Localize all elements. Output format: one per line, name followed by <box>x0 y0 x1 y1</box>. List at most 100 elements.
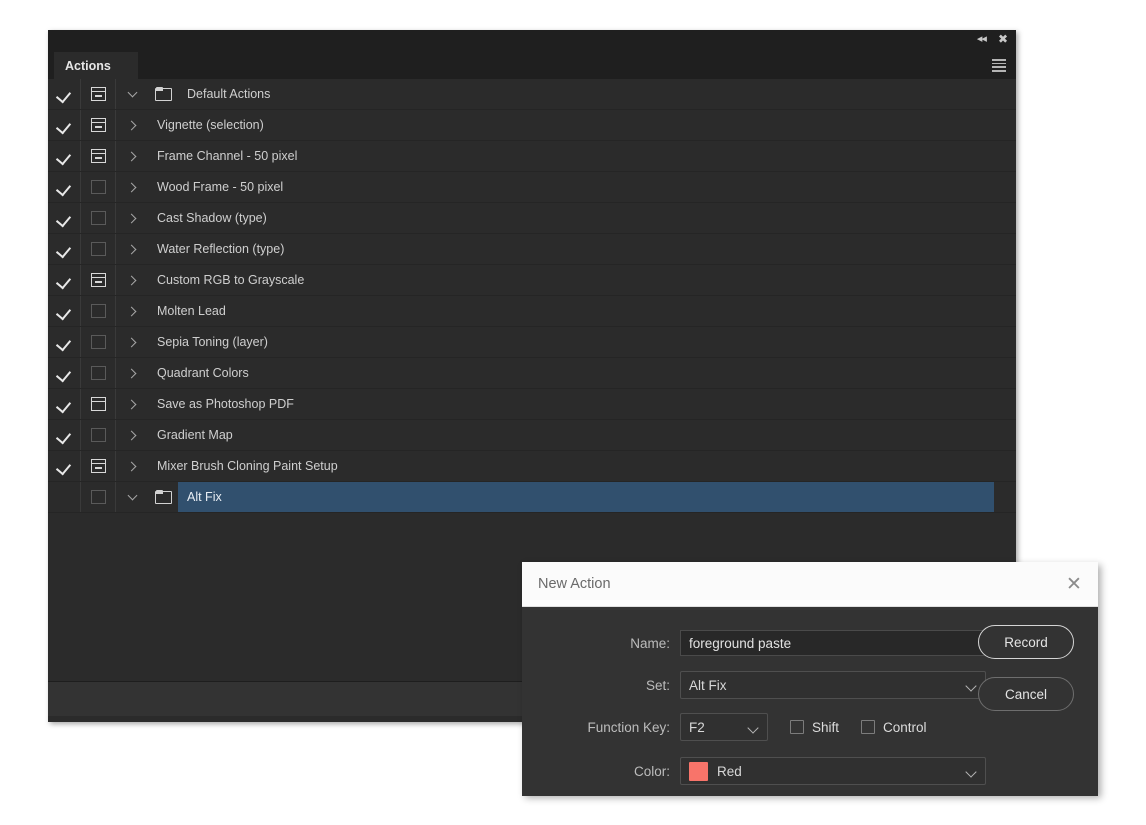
control-checkbox[interactable]: Control <box>861 720 927 735</box>
dialog-toggle-off-icon <box>90 211 106 225</box>
expand-toggle[interactable] <box>116 368 148 378</box>
dialog-toggle-cell[interactable] <box>80 110 116 140</box>
table-row[interactable]: Molten Lead <box>48 296 1016 327</box>
expand-toggle[interactable] <box>116 430 148 440</box>
color-label: Color: <box>633 763 670 779</box>
action-name-label: Frame Channel - 50 pixel <box>157 149 298 163</box>
dialog-toggle-cell[interactable] <box>80 79 116 109</box>
chevron-right-icon <box>126 120 136 130</box>
dialog-toggle-on-icon <box>90 149 106 163</box>
function-key-field-row: Function Key: F2 Shift Control <box>522 713 927 741</box>
close-panel-icon[interactable]: ✖ <box>998 32 1008 46</box>
action-enabled-checkbox[interactable] <box>48 213 80 224</box>
color-select[interactable]: Red <box>680 757 986 785</box>
close-icon[interactable]: ✕ <box>1062 572 1086 596</box>
dialog-toggle-on-icon <box>90 459 106 473</box>
checkmark-icon <box>59 368 70 379</box>
name-field-row: Name: foreground paste <box>522 629 986 657</box>
expand-toggle[interactable] <box>116 120 148 130</box>
action-enabled-checkbox[interactable] <box>48 244 80 255</box>
expand-toggle[interactable] <box>116 306 148 316</box>
dialog-toggle-cell[interactable] <box>80 265 116 295</box>
dialog-toggle-cell[interactable] <box>80 234 116 264</box>
function-key-select[interactable]: F2 <box>680 713 768 741</box>
table-row[interactable]: Frame Channel - 50 pixel <box>48 141 1016 172</box>
checkmark-icon <box>59 306 70 317</box>
chevron-down-icon <box>127 490 137 501</box>
table-row[interactable]: Save as Photoshop PDF <box>48 389 1016 420</box>
dialog-toggle-cell[interactable] <box>80 327 116 357</box>
folder-icon <box>154 86 172 101</box>
checkmark-icon <box>59 399 70 410</box>
expand-toggle[interactable] <box>116 461 148 471</box>
table-row[interactable]: Mixer Brush Cloning Paint Setup <box>48 451 1016 482</box>
collapse-panel-icon[interactable]: ◂◂ <box>977 32 987 46</box>
table-row[interactable]: Alt Fix <box>48 482 1016 513</box>
action-enabled-checkbox[interactable] <box>48 89 80 100</box>
action-enabled-checkbox[interactable] <box>48 151 80 162</box>
action-enabled-checkbox[interactable] <box>48 430 80 441</box>
dialog-toggle-off-icon <box>90 242 106 256</box>
table-row[interactable]: Sepia Toning (layer) <box>48 327 1016 358</box>
expand-toggle[interactable] <box>116 244 148 254</box>
expand-toggle[interactable] <box>116 399 148 409</box>
shift-checkbox[interactable]: Shift <box>790 720 839 735</box>
tab-actions[interactable]: Actions <box>54 52 138 79</box>
set-select[interactable]: Alt Fix <box>680 671 986 699</box>
dialog-toggle-cell[interactable] <box>80 358 116 388</box>
checkmark-icon <box>59 337 70 348</box>
table-row[interactable]: Default Actions <box>48 79 1016 110</box>
panel-menu-icon[interactable] <box>992 59 1006 72</box>
table-row[interactable]: Wood Frame - 50 pixel <box>48 172 1016 203</box>
expand-toggle[interactable] <box>116 87 148 98</box>
name-input[interactable]: foreground paste <box>680 630 986 656</box>
chevron-right-icon <box>126 368 136 378</box>
dialog-toggle-cell[interactable] <box>80 482 116 512</box>
record-button[interactable]: Record <box>978 625 1074 659</box>
table-row[interactable]: Cast Shadow (type) <box>48 203 1016 234</box>
chevron-down-icon <box>965 680 977 692</box>
action-enabled-checkbox[interactable] <box>48 275 80 286</box>
dialog-toggle-cell[interactable] <box>80 451 116 481</box>
checkmark-icon <box>59 275 70 286</box>
action-enabled-checkbox[interactable] <box>48 337 80 348</box>
dialog-toggle-cell[interactable] <box>80 141 116 171</box>
action-enabled-checkbox[interactable] <box>48 399 80 410</box>
checkmark-icon <box>59 182 70 193</box>
dialog-toggle-cell[interactable] <box>80 203 116 233</box>
action-enabled-checkbox[interactable] <box>48 461 80 472</box>
dialog-toggle-cell[interactable] <box>80 172 116 202</box>
set-select-value: Alt Fix <box>689 677 727 693</box>
panel-title-bar: ◂◂ ✖ <box>48 30 1016 52</box>
dialog-toggle-cell[interactable] <box>80 296 116 326</box>
table-row[interactable]: Water Reflection (type) <box>48 234 1016 265</box>
dialog-toggle-cell[interactable] <box>80 420 116 450</box>
expand-toggle[interactable] <box>116 213 148 223</box>
action-name-label: Cast Shadow (type) <box>157 211 267 225</box>
dialog-toggle-cell[interactable] <box>80 389 116 419</box>
cancel-button[interactable]: Cancel <box>978 677 1074 711</box>
chevron-right-icon <box>126 306 136 316</box>
checkmark-icon <box>59 151 70 162</box>
expand-toggle[interactable] <box>116 151 148 161</box>
chevron-right-icon <box>126 151 136 161</box>
dialog-body: Name: foreground paste Set: Alt Fix Func… <box>522 607 1098 796</box>
chevron-right-icon <box>126 430 136 440</box>
dialog-toggle-off-icon <box>90 335 106 349</box>
expand-toggle[interactable] <box>116 490 148 501</box>
table-row[interactable]: Quadrant Colors <box>48 358 1016 389</box>
action-enabled-checkbox[interactable] <box>48 120 80 131</box>
expand-toggle[interactable] <box>116 337 148 347</box>
chevron-right-icon <box>126 275 136 285</box>
action-name-label: Default Actions <box>187 87 271 101</box>
expand-toggle[interactable] <box>116 275 148 285</box>
table-row[interactable]: Vignette (selection) <box>48 110 1016 141</box>
action-enabled-checkbox[interactable] <box>48 368 80 379</box>
color-swatch <box>689 761 708 781</box>
table-row[interactable]: Gradient Map <box>48 420 1016 451</box>
action-enabled-checkbox[interactable] <box>48 182 80 193</box>
expand-toggle[interactable] <box>116 182 148 192</box>
action-enabled-checkbox[interactable] <box>48 306 80 317</box>
table-row[interactable]: Custom RGB to Grayscale <box>48 265 1016 296</box>
tab-actions-label: Actions <box>65 58 111 73</box>
